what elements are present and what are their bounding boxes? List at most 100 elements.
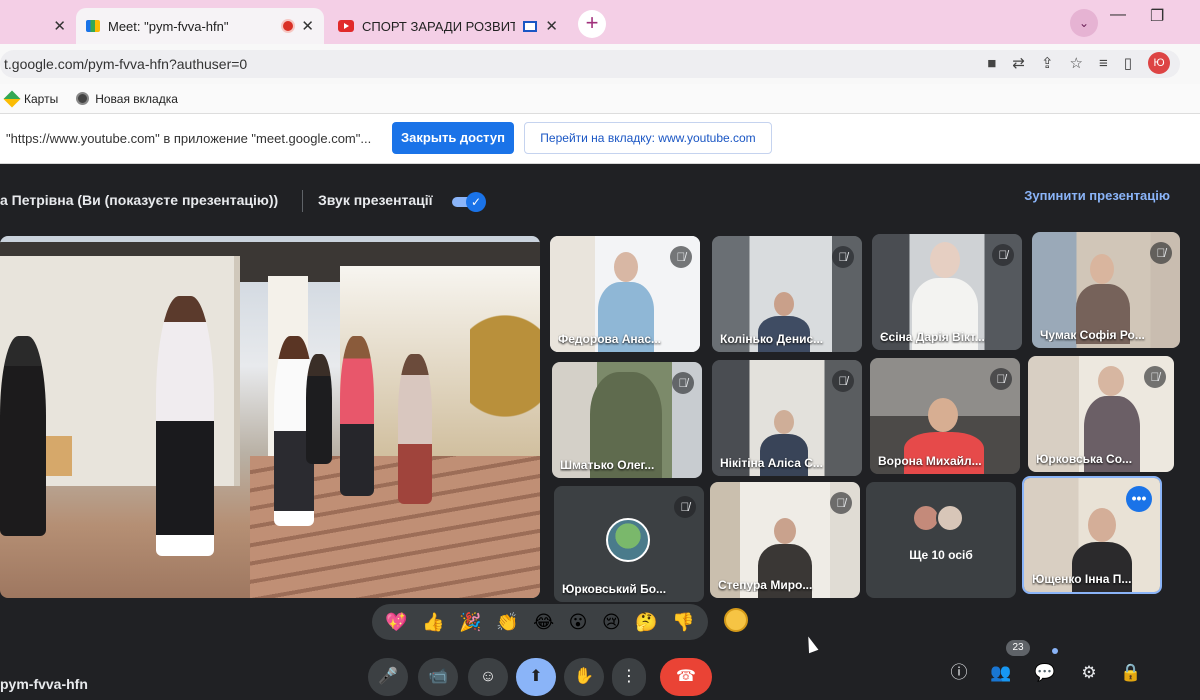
avatar [936, 504, 964, 532]
profile-avatar[interactable]: Ю [1148, 52, 1170, 74]
check-icon: ✓ [466, 192, 486, 212]
globe-icon [76, 92, 90, 105]
leave-call-button[interactable]: ☎ [660, 658, 712, 696]
activities-icon[interactable]: ⚙ [1074, 658, 1104, 688]
video-feed [1072, 542, 1132, 592]
meet-favicon-icon [86, 20, 100, 32]
reactions-button[interactable]: ☺ [468, 658, 508, 696]
maximize-button[interactable]: ❐ [1150, 6, 1164, 26]
divider [302, 190, 303, 212]
presentation-sound-toggle[interactable]: ✓ [452, 192, 486, 212]
muted-mic-icon: 🎙̸ [674, 496, 696, 518]
presentation-sound-label: Звук презентації [318, 192, 433, 208]
camera-button[interactable]: 📹 [418, 658, 458, 696]
more-participants-tile[interactable]: Ще 10 осіб [866, 482, 1016, 598]
switch-to-tab-button[interactable]: Перейти на вкладку: www.youtube.com [524, 122, 772, 154]
stage-person [156, 296, 214, 556]
meet-window: а Петрівна (Ви (показуєте презентацію)) … [0, 164, 1200, 700]
surprised-reaction-icon[interactable]: 😮 [569, 612, 588, 633]
close-icon[interactable]: ✕ [301, 17, 314, 35]
translate-icon[interactable]: ⇄ [1012, 54, 1025, 72]
video-feed [774, 292, 794, 316]
bookmark-label: Новая вкладка [95, 91, 178, 106]
host-controls-icon[interactable]: 🔒 [1116, 658, 1146, 688]
recording-icon [283, 21, 294, 31]
participant-tile[interactable]: 🎙̸ Чумак Софія Ро... [1032, 232, 1180, 348]
participant-tile[interactable]: 🎙̸ Юрковська Со... [1028, 356, 1174, 472]
muted-mic-icon: 🎙̸ [670, 246, 692, 268]
self-tile[interactable]: ••• Ющенко Інна П... [1022, 476, 1162, 594]
thumbs-down-reaction-icon[interactable]: 👎 [672, 612, 694, 633]
thinking-reaction-icon[interactable]: 🤔 [635, 612, 657, 633]
participant-tile[interactable]: 🎙̸ Степура Миро... [710, 482, 860, 598]
clap-reaction-icon[interactable]: 👏 [496, 612, 518, 633]
muted-mic-icon: 🎙̸ [1150, 242, 1172, 264]
close-icon[interactable]: ✕ [53, 17, 66, 35]
video-feed [928, 398, 958, 432]
tab-meet[interactable]: Meet: "pym-fvva-hfn" ✕ [76, 8, 324, 44]
chat-notification-dot [1052, 648, 1058, 654]
share-icon[interactable]: ⇪ [1041, 54, 1054, 72]
thumbs-up-reaction-icon[interactable]: 👍 [422, 612, 444, 633]
tab-search-button[interactable]: ⌄ [1070, 9, 1098, 37]
party-reaction-icon[interactable]: 🎉 [459, 612, 481, 633]
participant-tile[interactable]: 🎙̸ Федорова Анас... [550, 236, 700, 352]
participant-tile[interactable]: 🎙̸ Колінько Денис... [712, 236, 862, 352]
stop-sharing-button[interactable]: Закрыть доступ [392, 122, 514, 154]
participant-name: Юрковський Бо... [562, 582, 667, 596]
minimize-button[interactable]: — [1110, 6, 1126, 24]
side-panel-icon[interactable]: ▯ [1124, 54, 1132, 72]
presentation-stage [0, 236, 540, 598]
stage-person [0, 336, 46, 536]
bookmark-maps[interactable]: Карты [3, 90, 59, 107]
participant-tile[interactable]: 🎙̸ Шматько Олег... [552, 362, 702, 478]
more-options-button[interactable]: ⋮ [612, 658, 646, 696]
participant-name: Нікітіна Аліса С... [720, 456, 823, 470]
present-button[interactable]: ⬆ [516, 658, 556, 696]
tab-previous[interactable]: ✕ [0, 8, 76, 44]
bookmark-star-icon[interactable]: ☆ [1070, 54, 1083, 72]
participant-tile[interactable]: 🎙̸ Єсіна Дарія Вікт... [872, 234, 1022, 350]
sharing-message: "https://www.youtube.com" в приложение "… [6, 131, 372, 146]
muted-mic-icon: 🎙̸ [830, 492, 852, 514]
participant-tile[interactable]: 🎙̸ Юрковський Бо... [554, 486, 704, 602]
tab-youtube[interactable]: СПОРТ ЗАРАДИ РОЗВИТКУ ✕ [328, 8, 568, 44]
more-participants-avatars [912, 504, 972, 534]
chat-icon[interactable]: 💬 [1030, 658, 1060, 688]
sad-reaction-icon[interactable]: 😢 [602, 612, 621, 633]
participant-name: Єсіна Дарія Вікт... [880, 330, 985, 344]
people-icon[interactable]: 👥 [986, 658, 1016, 688]
close-icon[interactable]: ✕ [545, 17, 558, 35]
heart-reaction-icon[interactable]: 💖 [385, 612, 407, 633]
bookmark-label: Карты [24, 91, 59, 106]
video-feed [774, 518, 796, 544]
tab-title: Meet: "pym-fvva-hfn" [108, 18, 229, 34]
stage-scene [470, 246, 540, 446]
toolbar-icons: ■ ⇄ ⇪ ☆ ≡ ▯ Ю [987, 52, 1170, 74]
presenter-label: а Петрівна (Ви (показуєте презентацію)) [0, 192, 279, 208]
laugh-reaction-icon[interactable]: 😂 [533, 612, 554, 633]
raise-hand-button[interactable]: ✋ [564, 658, 604, 696]
avatar [606, 518, 650, 562]
bookmark-new-tab[interactable]: Новая вкладка [76, 92, 178, 106]
bookmarks-bar: Карты Новая вкладка [0, 84, 1200, 114]
tab-sharing-bar: "https://www.youtube.com" в приложение "… [0, 114, 1200, 164]
skin-tone-button[interactable] [724, 608, 748, 632]
microphone-button[interactable]: 🎤 [368, 658, 408, 696]
stop-presentation-button[interactable]: Зупинити презентацію [1024, 188, 1170, 203]
more-options-icon[interactable]: ••• [1126, 486, 1152, 512]
participant-name: Шматько Олег... [560, 458, 655, 472]
reading-list-icon[interactable]: ≡ [1099, 55, 1108, 72]
video-feed [614, 252, 638, 282]
muted-mic-icon: 🎙̸ [990, 368, 1012, 390]
browser-toolbar: t.google.com/pym-fvva-hfn?authuser=0 ■ ⇄… [0, 44, 1200, 84]
participant-name: Колінько Денис... [720, 332, 824, 346]
stage-person [340, 336, 374, 496]
new-tab-button[interactable]: + [578, 10, 606, 38]
participant-tile[interactable]: 🎙̸ Нікітіна Аліса С... [712, 360, 862, 476]
screen-share-icon [523, 20, 538, 32]
participant-name: Ворона Михайл... [878, 454, 982, 468]
meeting-info-icon[interactable]: ⓘ [944, 658, 974, 688]
participant-tile[interactable]: 🎙̸ Ворона Михайл... [870, 358, 1020, 474]
camera-icon[interactable]: ■ [987, 55, 996, 72]
